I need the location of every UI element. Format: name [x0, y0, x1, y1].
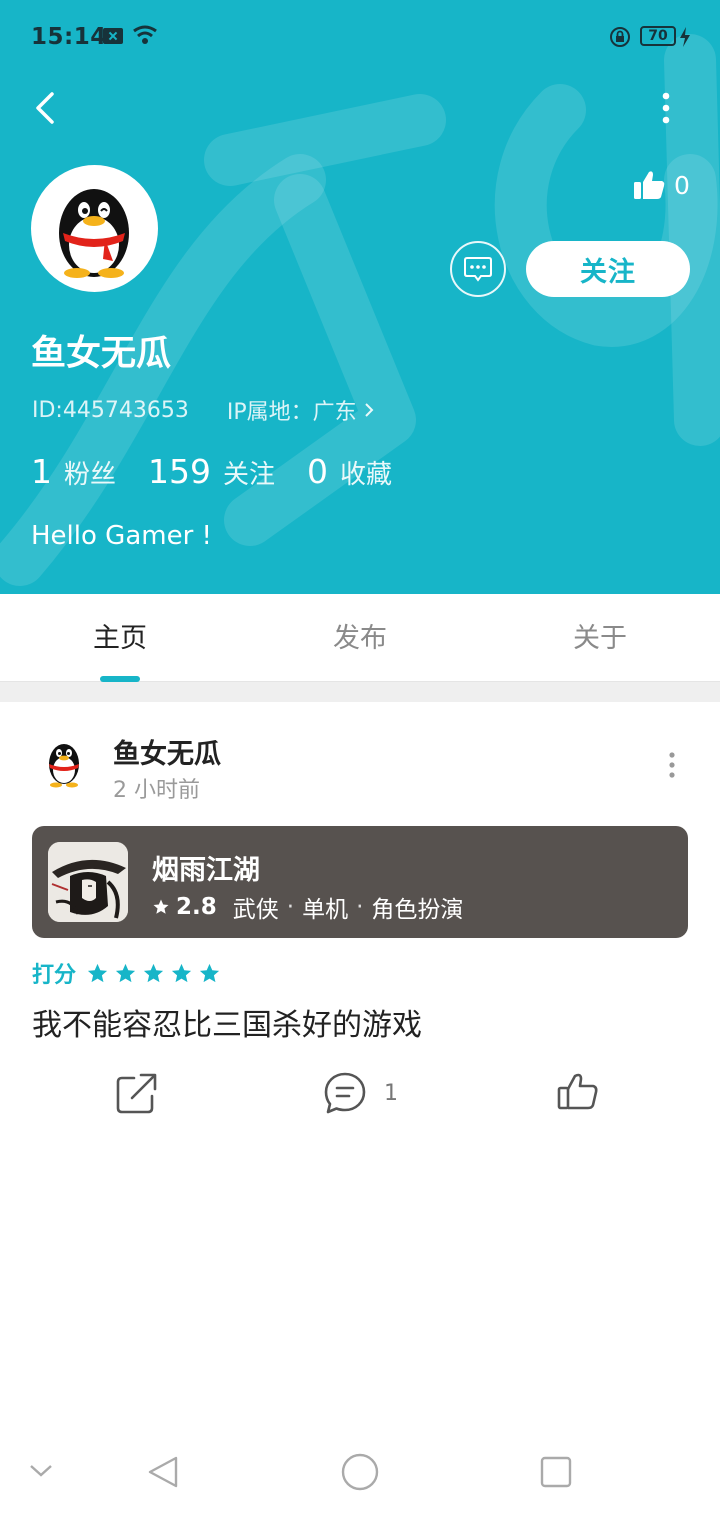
ip-location-link[interactable]: IP属地：广东: [227, 394, 375, 426]
post-more-icon[interactable]: [660, 750, 684, 780]
nav-recent-icon[interactable]: [538, 1454, 574, 1490]
star-icon: [115, 963, 136, 982]
profile-header: 15:14 70 0 关注 鱼女无瓜 ID:445743653 IP属地：广东 …: [0, 0, 720, 594]
post-author-name[interactable]: 鱼女无瓜: [113, 732, 221, 771]
game-tag: 武侠: [232, 897, 279, 923]
system-nav-bar: [0, 1430, 720, 1520]
nav-collapse-icon[interactable]: [28, 1462, 54, 1480]
stat-following-label: 关注: [223, 460, 276, 490]
message-icon: [464, 257, 492, 282]
star-icon: [87, 963, 108, 982]
game-thumbnail: [48, 842, 128, 922]
star-icon: [143, 963, 164, 982]
comment-button[interactable]: 1: [322, 1070, 398, 1116]
stat-following[interactable]: 159 关注: [148, 452, 275, 491]
thumbs-up-icon: [634, 171, 665, 199]
wifi-icon: [133, 25, 157, 44]
nav-home-icon[interactable]: [340, 1452, 380, 1492]
stat-fans-label: 粉丝: [64, 460, 117, 490]
stat-favorites[interactable]: 0 收藏: [307, 452, 392, 491]
message-button[interactable]: [450, 241, 506, 297]
game-card[interactable]: 烟雨江湖 2.8 武侠 · 单机 · 角色扮演: [32, 826, 688, 938]
profile-id-row: ID:445743653 IP属地：广东: [32, 394, 375, 426]
profile-tabs: 主页 发布 关于: [0, 594, 720, 682]
profile-stats: 1 粉丝 159 关注 0 收藏: [31, 452, 424, 491]
game-title: 烟雨江湖: [152, 855, 260, 886]
star-icon: [153, 899, 169, 914]
rating-stars: [86, 962, 221, 985]
section-divider: [0, 682, 720, 702]
nav-back-icon[interactable]: [146, 1454, 182, 1490]
stat-favorites-count: 0: [307, 452, 329, 491]
chevron-right-icon: [364, 403, 374, 417]
post-author-avatar[interactable]: [37, 735, 91, 791]
game-art-icon: [48, 842, 128, 922]
charging-icon: [680, 27, 690, 47]
post-time: 2 小时前: [113, 778, 200, 803]
like-icon[interactable]: [555, 1068, 601, 1114]
lock-rotation-icon: [610, 27, 630, 47]
battery-indicator: 70: [640, 26, 676, 46]
ip-location: IP属地：广东: [226, 400, 357, 425]
post-rating: 打分: [32, 957, 221, 989]
tag-separator: ·: [356, 894, 364, 920]
game-tag: 角色扮演: [371, 897, 464, 923]
game-meta: 2.8 武侠 · 单机 · 角色扮演: [152, 890, 463, 924]
post-text: 我不能容忍比三国杀好的游戏: [32, 1008, 422, 1043]
stat-favorites-label: 收藏: [340, 460, 393, 490]
status-time: 15:14: [31, 24, 107, 50]
tab-home[interactable]: 主页: [60, 616, 180, 655]
watermark-graphic: [0, 34, 720, 586]
tab-posts[interactable]: 发布: [300, 616, 420, 655]
comment-icon: [324, 1072, 366, 1114]
stat-fans[interactable]: 1 粉丝: [31, 452, 116, 491]
notification-icon: [103, 28, 123, 44]
tab-about[interactable]: 关于: [540, 616, 660, 655]
star-icon: [199, 963, 220, 982]
profile-like-group[interactable]: 0: [632, 165, 690, 205]
follow-button[interactable]: 关注: [526, 241, 690, 297]
status-bar: 15:14 70: [0, 0, 720, 74]
back-icon[interactable]: [28, 88, 68, 128]
profile-id: ID:445743653: [32, 397, 189, 423]
share-icon[interactable]: [114, 1070, 160, 1116]
profile-avatar[interactable]: [31, 165, 158, 292]
stat-fans-count: 1: [31, 452, 52, 491]
star-icon: [171, 963, 192, 982]
rating-label: 打分: [32, 963, 77, 988]
like-count: 0: [674, 170, 690, 200]
more-icon[interactable]: [650, 88, 682, 128]
game-tag: 单机: [302, 897, 349, 923]
tag-separator: ·: [286, 894, 295, 920]
penguin-avatar-icon: [59, 189, 129, 278]
profile-bio: Hello Gamer !: [31, 521, 212, 551]
game-rating: 2.8: [176, 894, 217, 920]
stat-following-count: 159: [148, 452, 212, 491]
profile-name: 鱼女无瓜: [31, 334, 172, 374]
comment-count: 1: [384, 1080, 398, 1106]
